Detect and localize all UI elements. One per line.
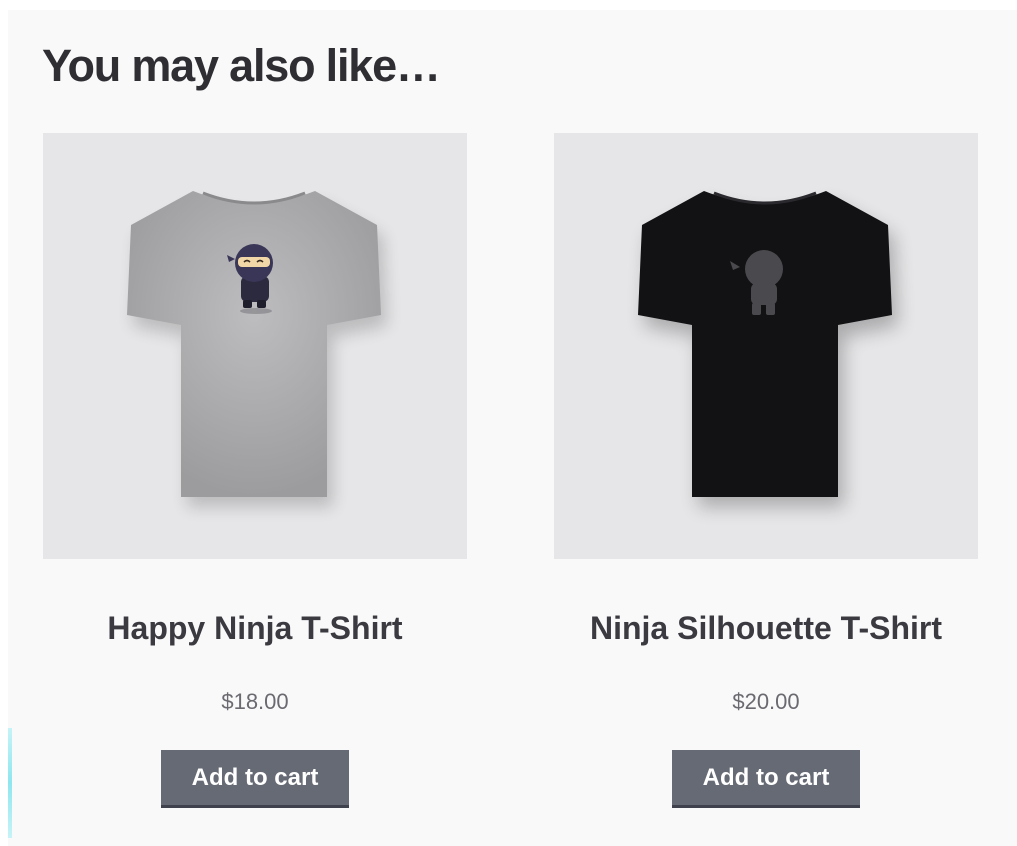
add-to-cart-button[interactable]: Add to cart (672, 750, 860, 808)
product-price: $18.00 (221, 689, 289, 714)
product-price: $20.00 (732, 689, 800, 714)
add-to-cart-button[interactable]: Add to cart (161, 750, 349, 808)
product-name[interactable]: Happy Ninja T-Shirt (23, 610, 487, 647)
related-products-section: You may also like… Happy Ninja T-Shirt $… (8, 10, 1017, 846)
product-image-link[interactable] (43, 133, 467, 559)
edge-decoration (8, 728, 12, 838)
section-title: You may also like… (42, 40, 441, 91)
product-card: Happy Ninja T-Shirt $18.00 Add to cart (43, 133, 467, 808)
product-image-link[interactable] (554, 133, 978, 559)
product-name[interactable]: Ninja Silhouette T-Shirt (534, 610, 998, 647)
product-card: Ninja Silhouette T-Shirt $20.00 Add to c… (554, 133, 978, 808)
tshirt-image (127, 191, 387, 507)
tshirt-image (638, 191, 898, 507)
